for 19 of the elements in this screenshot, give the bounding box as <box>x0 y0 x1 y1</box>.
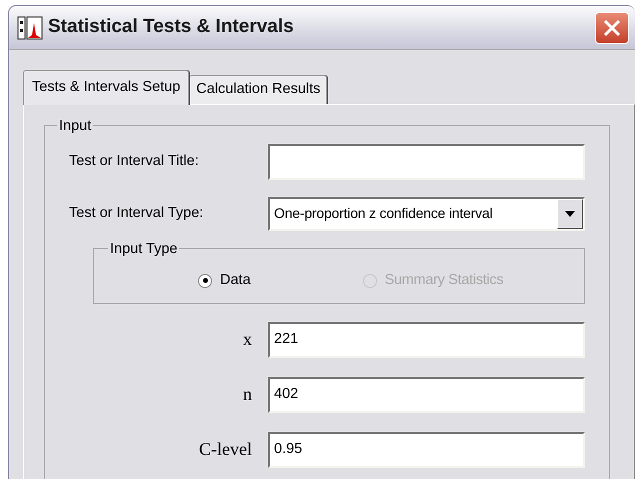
radio-label: Data <box>220 270 251 290</box>
radio-label: Summary Statistics <box>384 270 504 290</box>
input-field[interactable]: 221 <box>268 322 585 358</box>
title-input-field[interactable] <box>268 144 585 180</box>
close-button[interactable] <box>595 12 629 44</box>
chart-icon <box>17 14 43 40</box>
tab[interactable]: Calculation Results <box>189 75 328 104</box>
field-label: x <box>242 328 253 352</box>
type-dropdown[interactable]: One-proportion z confidence interval <box>268 196 585 231</box>
field-label: n <box>242 383 253 406</box>
field-label: C-level <box>198 438 253 462</box>
input-field[interactable]: 402 <box>268 376 585 413</box>
close-icon <box>603 18 621 36</box>
tab[interactable]: Tests & Intervals Setup <box>23 70 190 105</box>
field-label: Test or Interval Title: <box>69 152 200 171</box>
window-title: Statistical Tests & Intervals <box>48 15 295 40</box>
input-field[interactable]: 0.95 <box>268 432 585 468</box>
field-label: Test or Interval Type: <box>69 204 204 223</box>
radio-button[interactable] <box>198 274 212 288</box>
